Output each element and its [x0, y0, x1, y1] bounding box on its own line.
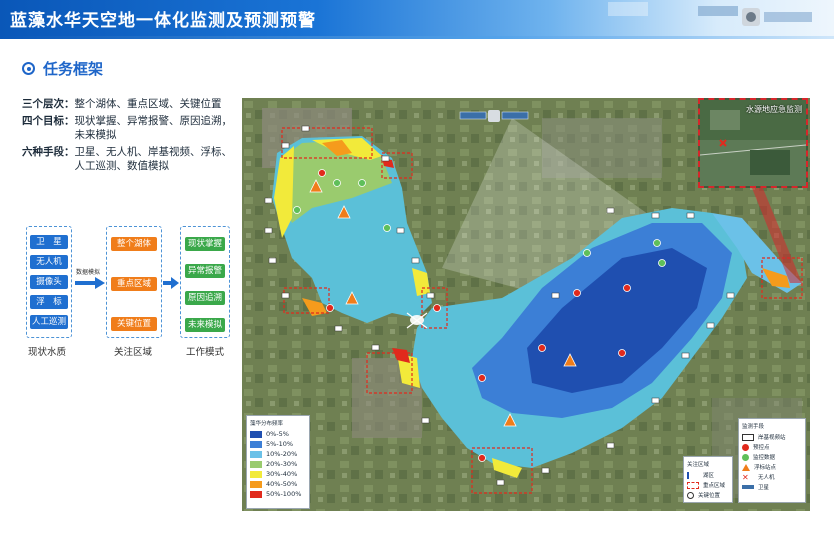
legend-title: 监测手段 [742, 424, 765, 430]
desc-means: 六种手段： 卫星、无人机、岸基视频、浮标、人工巡测、数值模拟 [22, 145, 237, 174]
task-flow-diagram: 卫 星 无人机 摄像头 浮 标 人工巡测 数据模拟 整个湖体 重点区域 关键位置… [20, 226, 238, 358]
legend-swatch [250, 440, 262, 448]
legend-label: 30%-40% [266, 470, 298, 478]
legend-swatch [250, 450, 262, 458]
legend-row: 岸基视频站 [742, 432, 802, 442]
desc-label: 三个层次： [22, 98, 75, 110]
mode-forecast: 未来模拟 [185, 318, 225, 332]
red-dot-icon [742, 443, 749, 451]
monitor-legend: 监测手段 岸基视频站 预控点 监控数据 浮标站点 ✕ 无人机 卫星 [738, 418, 806, 503]
legend-row: 20%-30% [250, 459, 306, 469]
source-satellite: 卫 星 [30, 235, 68, 249]
source-group: 卫 星 无人机 摄像头 浮 标 人工巡测 [26, 226, 72, 338]
legend-label: 监控数据 [753, 455, 776, 461]
task-description: 三个层次： 整个湖体、重点区域、关键位置 四个目标： 现状掌握、异常报警、原因追… [22, 97, 237, 176]
desc-text: 卫星、无人机、岸基视频、浮标、人工巡测、数值模拟 [74, 145, 233, 173]
desc-text: 现状掌握、异常报警、原因追溯，未来模拟 [74, 114, 233, 142]
legend-row: 重点区域 [687, 480, 729, 490]
legend-row: 10%-20% [250, 449, 306, 459]
legend-row: 0%-5% [250, 429, 306, 439]
legend-label: 0%-5% [266, 430, 289, 438]
circle-icon [687, 491, 694, 499]
desc-label: 六种手段： [22, 145, 75, 158]
legend-swatch [250, 430, 262, 438]
dashed-box-icon [687, 481, 699, 489]
legend-swatch [250, 490, 262, 498]
legend-label: 卫星 [758, 485, 770, 491]
desc-text: 整个湖体、重点区域、关键位置 [74, 98, 222, 110]
caption-areas: 关注区域 [114, 347, 153, 358]
source-camera: 摄像头 [30, 275, 68, 289]
legend-label: 40%-50% [266, 480, 298, 488]
legend-label: 20%-30% [266, 460, 298, 468]
area-key-position: 关键位置 [111, 317, 157, 331]
water-source-inset[interactable]: 水源地应急监测 [698, 98, 808, 188]
camera-icon [742, 433, 754, 441]
density-legend: 藻华分布频率 0%-5% 5%-10% 10%-20% 20%-30% 30%-… [246, 415, 310, 509]
drone-icon: ✕ [742, 472, 749, 482]
legend-row: 湖区 [687, 470, 729, 480]
green-dot-icon [742, 453, 749, 461]
source-manual: 人工巡测 [30, 315, 68, 329]
legend-title: 关注区域 [687, 462, 710, 468]
legend-row: 50%-100% [250, 489, 306, 499]
section-title: 任务框架 [43, 60, 104, 78]
area-key-region: 重点区域 [111, 277, 157, 291]
legend-label: 重点区域 [703, 483, 726, 489]
legend-label: 岸基视频站 [758, 435, 786, 441]
satellite-icon [742, 485, 754, 489]
legend-label: 50%-100% [266, 490, 302, 498]
legend-row: 关键位置 [687, 490, 729, 500]
caption-modes: 工作模式 [186, 347, 225, 358]
legend-label: 湖区 [703, 473, 715, 479]
buoy-icon [742, 463, 750, 471]
lake-icon [687, 471, 699, 479]
header-bar: 蓝藻水华天空地一体化监测及预测预警 [0, 0, 834, 36]
legend-row: 监控数据 [742, 452, 802, 462]
mode-status: 现状掌握 [185, 237, 225, 251]
legend-row: 卫星 [742, 482, 802, 492]
source-buoy: 浮 标 [30, 295, 68, 309]
legend-row: 40%-50% [250, 479, 306, 489]
legend-label: 无人机 [758, 475, 775, 481]
legend-title: 藻华分布频率 [250, 421, 284, 427]
desc-label: 四个目标： [22, 114, 75, 127]
legend-swatch [250, 470, 262, 478]
legend-label: 10%-20% [266, 450, 298, 458]
mode-trace: 原因追溯 [185, 291, 225, 305]
desc-goals: 四个目标： 现状掌握、异常报警、原因追溯，未来模拟 [22, 114, 237, 143]
legend-row: ✕ 无人机 [742, 472, 802, 482]
legend-row: 5%-10% [250, 439, 306, 449]
legend-label: 预控点 [753, 445, 770, 451]
desc-levels: 三个层次： 整个湖体、重点区域、关键位置 [22, 97, 237, 112]
area-whole-lake: 整个湖体 [111, 237, 157, 251]
target-icon [22, 62, 35, 75]
mode-group: 现状掌握 异常报警 原因追溯 未来模拟 [180, 226, 230, 338]
legend-row: 30%-40% [250, 469, 306, 479]
legend-label: 5%-10% [266, 440, 294, 448]
area-group: 整个湖体 重点区域 关键位置 [106, 226, 162, 338]
source-drone: 无人机 [30, 255, 68, 269]
legend-row: 浮标站点 [742, 462, 802, 472]
arrow-right-icon [163, 277, 179, 289]
legend-swatch [250, 480, 262, 488]
inset-title: 水源地应急监测 [746, 105, 802, 114]
header-rule [0, 36, 834, 39]
arrow-right-icon [75, 277, 105, 289]
satellite-decoration-icon [608, 2, 812, 26]
area-legend: 关注区域 湖区 重点区域 关键位置 [683, 456, 733, 503]
legend-label: 浮标站点 [754, 465, 777, 471]
legend-row: 预控点 [742, 442, 802, 452]
flow-arrow-label: 数据模拟 [76, 269, 101, 276]
caption-sources: 现状水质 [28, 347, 67, 358]
mode-alarm: 异常报警 [185, 264, 225, 278]
page-title: 蓝藻水华天空地一体化监测及预测预警 [10, 11, 316, 31]
legend-swatch [250, 460, 262, 468]
section-heading: 任务框架 [22, 58, 103, 79]
legend-label: 关键位置 [698, 493, 721, 499]
